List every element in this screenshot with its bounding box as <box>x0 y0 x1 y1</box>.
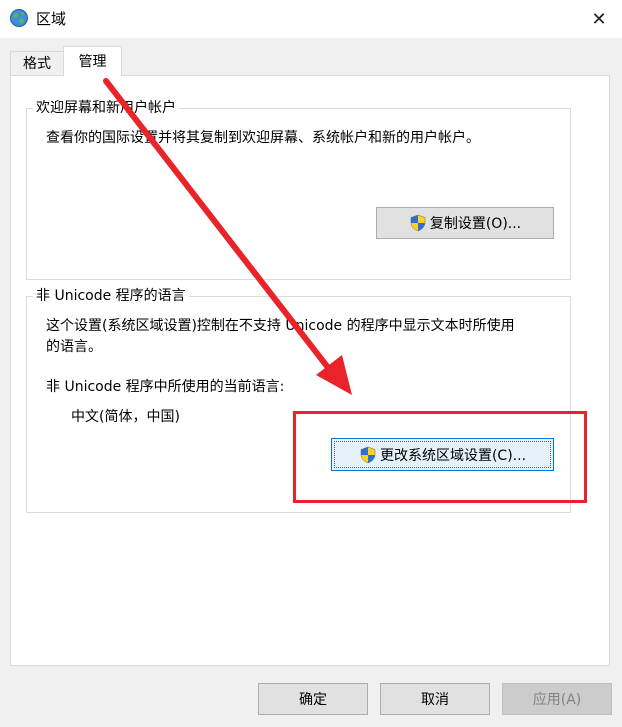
tab-manage[interactable]: 管理 <box>63 46 122 76</box>
copy-settings-button[interactable]: 复制设置(O)... <box>376 207 554 239</box>
region-dialog: 区域 ✕ 格式 管理 欢迎屏幕和新用户帐户 查看你的国际设置并将其复制到欢迎屏幕… <box>0 0 622 727</box>
apply-button[interactable]: 应用(A) <box>502 683 612 715</box>
cancel-label: 取消 <box>421 692 449 708</box>
non-unicode-description-line1: 这个设置(系统区域设置)控制在不支持 Unicode 的程序中显示文本时所使用 <box>46 318 515 334</box>
non-unicode-group-legend: 非 Unicode 程序的语言 <box>33 287 189 305</box>
window-title: 区域 <box>36 10 67 28</box>
close-icon: ✕ <box>591 8 607 30</box>
ok-label: 确定 <box>299 692 327 708</box>
tab-label: 格式 <box>23 55 51 72</box>
copy-settings-label: 复制设置(O)... <box>429 216 522 232</box>
annotation-highlight-box <box>293 411 587 503</box>
apply-label: 应用(A) <box>532 692 582 708</box>
title-bar: 区域 ✕ <box>0 0 622 38</box>
cancel-button[interactable]: 取消 <box>380 683 490 715</box>
ok-button[interactable]: 确定 <box>258 683 368 715</box>
tab-panel-manage: 欢迎屏幕和新用户帐户 查看你的国际设置并将其复制到欢迎屏幕、系统帐户和新的用户帐… <box>10 75 610 666</box>
current-language-label: 非 Unicode 程序中所使用的当前语言: <box>46 379 285 395</box>
current-language-value: 中文(简体，中国) <box>71 409 180 425</box>
tab-format[interactable]: 格式 <box>10 51 64 75</box>
welcome-group-description: 查看你的国际设置并将其复制到欢迎屏幕、系统帐户和新的用户帐户。 <box>46 130 480 146</box>
non-unicode-description-line2: 的语言。 <box>46 339 102 355</box>
welcome-group-legend: 欢迎屏幕和新用户帐户 <box>33 99 179 117</box>
close-button[interactable]: ✕ <box>576 0 622 38</box>
uac-shield-icon <box>410 214 426 232</box>
globe-icon <box>9 8 29 28</box>
tab-label: 管理 <box>78 53 107 70</box>
